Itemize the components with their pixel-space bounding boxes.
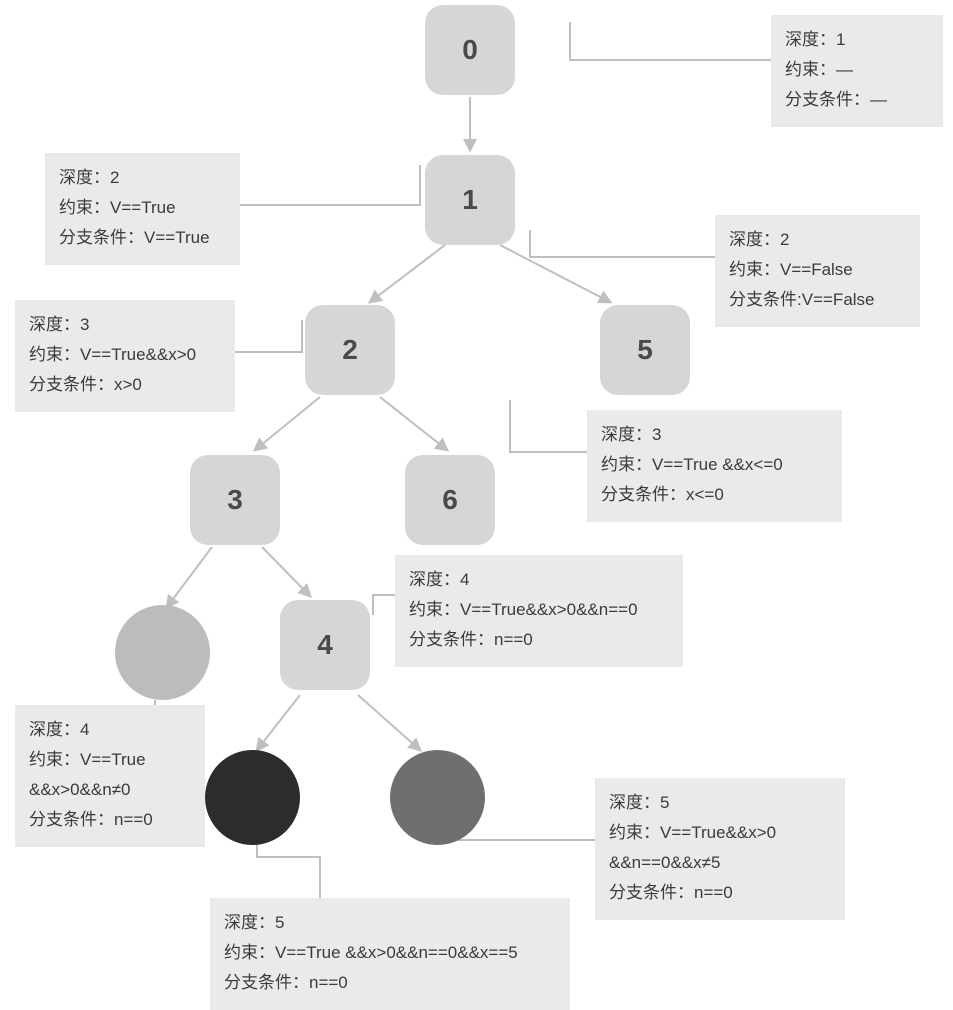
label-leaf-mid: 深度：5 约束：V==True&&x>0 &&n==0&&x≠5 分支条件：n=… (595, 778, 845, 920)
node-4: 4 (280, 600, 370, 690)
label-row-constraint: 约束：V==True&&x>0&&n==0 (409, 595, 669, 625)
label-row-constraint: 约束：— (785, 55, 929, 85)
conn-l0 (570, 22, 771, 60)
label-row-constraint: 约束：V==True (59, 193, 226, 223)
node-5: 5 (600, 305, 690, 395)
edge-1-2 (370, 245, 445, 302)
label-row-branch: 分支条件：— (785, 85, 929, 115)
node-6: 6 (405, 455, 495, 545)
label-row-branch: 分支条件：V==True (59, 223, 226, 253)
label-row-constraint: 约束：V==True&&x>0 (29, 340, 221, 370)
node-label: 3 (227, 484, 243, 516)
leaf-grey (115, 605, 210, 700)
edge-4-leafmid (358, 695, 420, 750)
node-label: 5 (637, 334, 653, 366)
label-row-branch: 分支条件：x>0 (29, 370, 221, 400)
label-row-branch: 分支条件：n==0 (29, 805, 191, 835)
conn-l4 (373, 595, 395, 615)
label-row-depth: 深度：2 (729, 225, 906, 255)
label-row-depth: 深度：5 (609, 788, 831, 818)
leaf-mid (390, 750, 485, 845)
edge-3-leafgrey (167, 547, 212, 607)
conn-ldark (257, 843, 320, 900)
node-label: 2 (342, 334, 358, 366)
node-0: 0 (425, 5, 515, 95)
conn-l1R (530, 230, 715, 257)
label-node1-left: 深度：2 约束：V==True 分支条件：V==True (45, 153, 240, 265)
label-row-branch: 分支条件：n==0 (609, 878, 831, 908)
label-row-constraint: 约束：V==True &&x<=0 (601, 450, 828, 480)
label-row-depth: 深度：3 (29, 310, 221, 340)
label-row-depth: 深度：4 (29, 715, 191, 745)
edge-2-6 (380, 397, 447, 450)
label-node2: 深度：3 约束：V==True&&x>0 分支条件：x>0 (15, 300, 235, 412)
edge-4-leafdark (257, 695, 300, 750)
conn-l5 (510, 400, 587, 452)
label-row-depth: 深度：3 (601, 420, 828, 450)
label-row-constraint-cont: &&x>0&&n≠0 (29, 775, 191, 805)
node-2: 2 (305, 305, 395, 395)
label-row-depth: 深度：2 (59, 163, 226, 193)
label-row-branch: 分支条件：n==0 (224, 968, 556, 998)
label-leaf-dark: 深度：5 约束：V==True &&x>0&&n==0&&x==5 分支条件：n… (210, 898, 570, 1010)
label-row-branch: 分支条件：x<=0 (601, 480, 828, 510)
label-node0: 深度：1 约束：— 分支条件：— (771, 15, 943, 127)
label-row-constraint: 约束：V==True (29, 745, 191, 775)
node-label: 4 (317, 629, 333, 661)
edge-3-4 (262, 547, 310, 596)
label-row-depth: 深度：5 (224, 908, 556, 938)
node-3: 3 (190, 455, 280, 545)
label-row-constraint: 约束：V==False (729, 255, 906, 285)
label-leaf-grey: 深度：4 约束：V==True &&x>0&&n≠0 分支条件：n==0 (15, 705, 205, 847)
label-row-branch: 分支条件：n==0 (409, 625, 669, 655)
conn-l1L (239, 165, 420, 205)
label-row-constraint: 约束：V==True&&x>0 (609, 818, 831, 848)
leaf-dark (205, 750, 300, 845)
node-label: 1 (462, 184, 478, 216)
label-row-branch: 分支条件:V==False (729, 285, 906, 315)
conn-l2 (234, 320, 302, 352)
label-node5: 深度：3 约束：V==True &&x<=0 分支条件：x<=0 (587, 410, 842, 522)
label-row-constraint-cont: &&n==0&&x≠5 (609, 848, 831, 878)
node-label: 6 (442, 484, 458, 516)
conn-lmid (450, 840, 595, 843)
label-node1-right: 深度：2 约束：V==False 分支条件:V==False (715, 215, 920, 327)
edge-2-3 (255, 397, 320, 450)
label-row-depth: 深度：1 (785, 25, 929, 55)
label-node4: 深度：4 约束：V==True&&x>0&&n==0 分支条件：n==0 (395, 555, 683, 667)
label-row-depth: 深度：4 (409, 565, 669, 595)
diagram-canvas: 0 1 2 5 3 6 4 深度：1 约束：— 分支条件：— 深度：2 约束：V… (0, 0, 953, 1000)
label-row-constraint: 约束：V==True &&x>0&&n==0&&x==5 (224, 938, 556, 968)
node-label: 0 (462, 34, 478, 66)
node-1: 1 (425, 155, 515, 245)
edge-1-5 (500, 245, 610, 302)
